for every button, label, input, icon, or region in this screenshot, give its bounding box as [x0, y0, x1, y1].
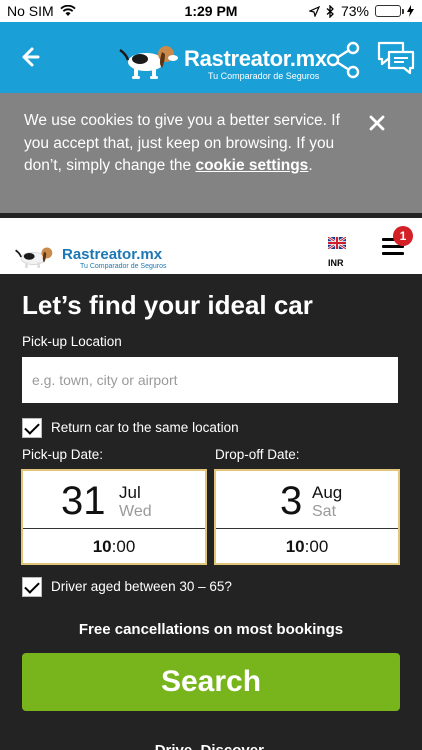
share-icon[interactable]	[323, 40, 363, 80]
free-cancellations-text: Free cancellations on most bookings	[78, 621, 344, 638]
pickup-location-label: Pick-up Location	[22, 334, 122, 349]
search-button[interactable]: Search	[22, 653, 400, 711]
pickup-time[interactable]: 10:00	[23, 537, 205, 557]
pickup-weekday: Wed	[119, 503, 152, 520]
dropoff-date-label: Drop-off Date:	[215, 447, 300, 462]
uk-flag-icon[interactable]	[328, 237, 346, 249]
pickup-day: 31	[61, 479, 106, 523]
dropoff-time[interactable]: 10:00	[216, 537, 398, 557]
cookie-message: We use cookies to give you a better serv…	[24, 112, 340, 174]
driver-age-label: Driver aged between 30 – 65?	[51, 579, 232, 594]
pickup-date-label: Pick-up Date:	[22, 447, 104, 462]
bluetooth-icon	[326, 4, 334, 18]
cookie-settings-link[interactable]: cookie settings	[195, 157, 308, 174]
return-same-location-label: Return car to the same location	[51, 420, 239, 435]
basset-dog-logo-icon	[119, 46, 178, 79]
dropoff-date-picker[interactable]: 3 Aug Sat 10:00	[214, 469, 400, 565]
currency-label[interactable]: INR	[328, 258, 344, 268]
chat-bubbles-icon[interactable]	[376, 40, 416, 76]
location-arrow-icon	[308, 5, 320, 17]
page-title: Let’s find your ideal car	[22, 290, 313, 320]
site-basset-dog-logo-icon[interactable]	[10, 238, 62, 272]
divider	[216, 528, 398, 529]
app-header: Rastreator.mx Tu Comparador de Seguros	[0, 22, 422, 93]
app-brand-name: Rastreator.mx	[184, 46, 327, 71]
pickup-location-input[interactable]	[22, 357, 398, 403]
return-same-location-checkbox[interactable]	[22, 418, 42, 438]
notification-badge: 1	[393, 226, 413, 246]
back-arrow-icon[interactable]	[14, 42, 44, 72]
dropoff-month: Aug	[312, 483, 343, 502]
pickup-date-picker[interactable]: 31 Jul Wed 10:00	[21, 469, 207, 565]
site-header: Rastreator.mx Tu Comparador de Seguros	[0, 218, 422, 274]
dropoff-weekday: Sat	[312, 503, 337, 520]
battery-icon	[375, 5, 404, 17]
close-icon[interactable]	[367, 113, 387, 133]
cookie-banner: We use cookies to give you a better serv…	[0, 93, 422, 213]
divider	[23, 528, 205, 529]
dropoff-day: 3	[280, 479, 303, 523]
footer-tagline: Drive. Discover.	[0, 742, 422, 750]
charging-icon	[407, 5, 414, 17]
status-bar: No SIM 1:29 PM 73%	[0, 0, 422, 22]
app-brand-tagline: Tu Comparador de Seguros	[208, 71, 320, 81]
battery-percent: 73%	[340, 3, 369, 19]
site-brand-tagline: Tu Comparador de Seguros	[80, 263, 167, 270]
pickup-month: Jul	[119, 483, 141, 502]
driver-age-checkbox[interactable]	[22, 577, 42, 597]
site-brand-name[interactable]: Rastreator.mx	[62, 246, 162, 263]
